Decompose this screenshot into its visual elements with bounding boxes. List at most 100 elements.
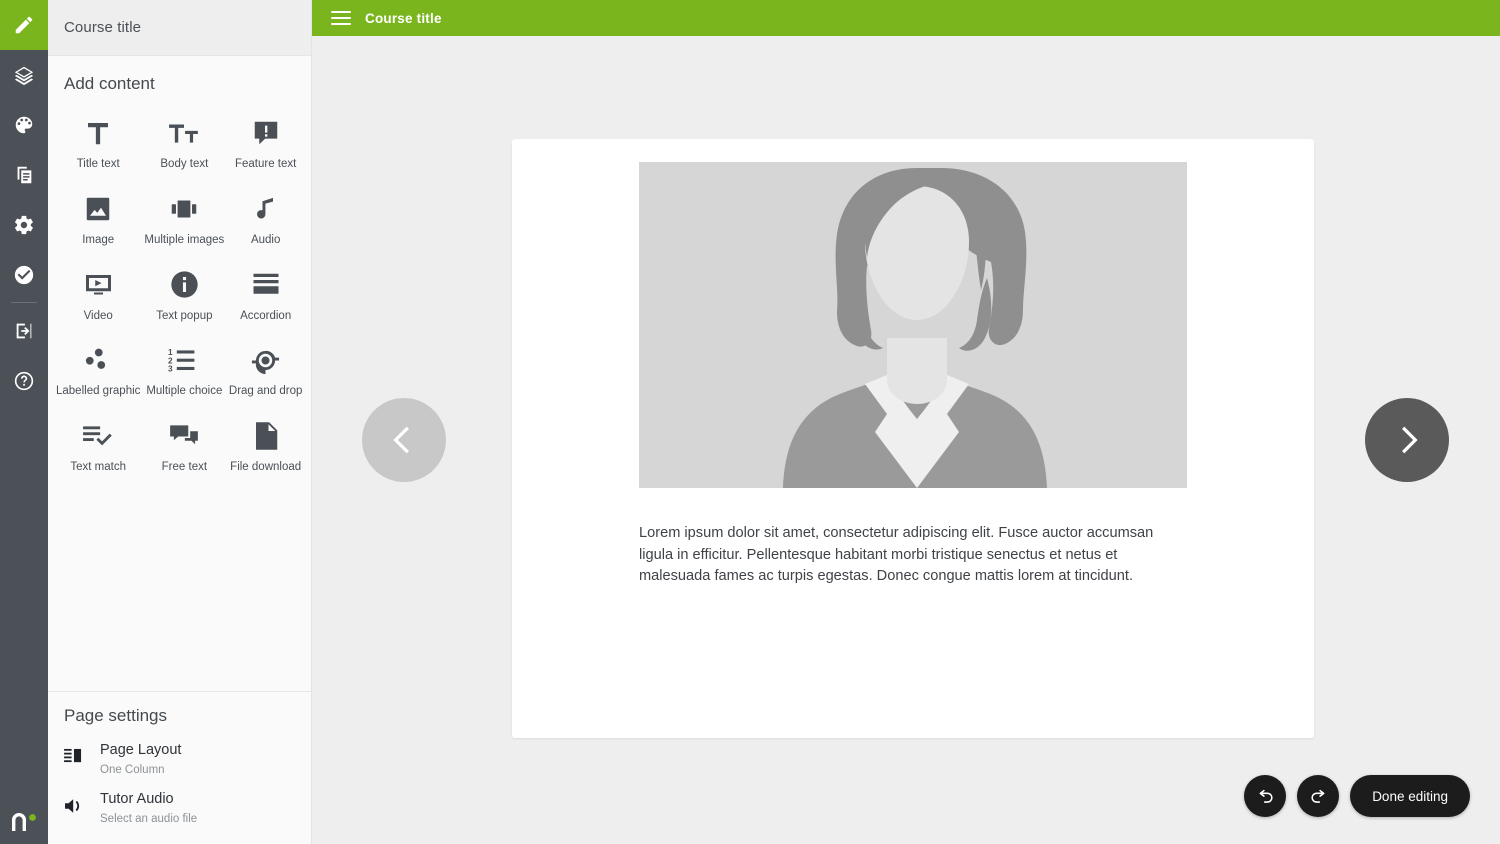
add-content-heading: Add content (64, 74, 155, 93)
setting-label: Tutor Audio (100, 791, 174, 807)
setting-label: Page Layout (100, 742, 182, 758)
content-type-free-text[interactable]: Free text (142, 409, 226, 481)
course-title: Course title (365, 10, 442, 26)
panel-header-title: Course title (64, 19, 142, 36)
slide-image-placeholder[interactable] (639, 162, 1187, 488)
rail-item-settings[interactable] (0, 200, 48, 250)
top-bar: Course title (312, 0, 1500, 36)
content-type-label: Video (83, 309, 113, 322)
content-type-file-download[interactable]: File download (226, 409, 305, 481)
speaker-icon (64, 789, 100, 815)
content-type-label: Text popup (156, 309, 213, 322)
content-type-labelled-graphic[interactable]: Labelled graphic (54, 333, 142, 405)
chevron-right-icon (1402, 426, 1418, 454)
content-type-label: Feature text (234, 158, 297, 170)
export-icon (13, 320, 35, 342)
multiple-images-icon (168, 190, 200, 228)
content-type-multiple-images[interactable]: Multiple images (142, 182, 226, 254)
slide-card[interactable]: Lorem ipsum dolor sit amet, consectetur … (512, 139, 1314, 738)
file-icon (253, 417, 279, 455)
setting-tutor-audio[interactable]: Tutor Audio Select an audio file (48, 785, 311, 834)
content-type-drag-and-drop[interactable]: Drag and drop (226, 333, 305, 405)
undo-button[interactable] (1244, 775, 1287, 817)
content-type-label: Labelled graphic (56, 385, 141, 398)
content-type-grid: Title text Body text Feature text Image … (48, 104, 311, 481)
page-settings-section: Page settings Page Layout One Column Tut… (48, 691, 311, 844)
pages-icon (13, 164, 35, 186)
editor-controls: Done editing (1244, 775, 1470, 817)
gear-icon (13, 214, 35, 236)
page-settings-heading: Page settings (64, 706, 168, 725)
content-type-body-text[interactable]: Body text (142, 106, 226, 178)
video-icon (83, 266, 114, 304)
redo-icon (1311, 789, 1325, 803)
next-page-button[interactable] (1365, 398, 1449, 482)
numbered-list-icon: 1 2 3 (168, 341, 201, 379)
app-root: Course title Add content Title text Body… (0, 0, 1500, 844)
content-type-title-text[interactable]: Title text (54, 106, 142, 178)
text-match-icon (82, 417, 114, 455)
rail-item-review[interactable] (0, 250, 48, 300)
help-circle-icon (13, 370, 35, 392)
hamburger-icon[interactable] (331, 11, 351, 25)
left-icon-rail (0, 0, 48, 844)
content-type-label: Drag and drop (228, 385, 303, 398)
content-type-label: Body text (160, 158, 209, 170)
rail-item-pages[interactable] (0, 150, 48, 200)
setting-page-layout[interactable]: Page Layout One Column (48, 736, 311, 785)
content-panel: Course title Add content Title text Body… (48, 0, 312, 844)
rail-item-publish[interactable] (0, 306, 48, 356)
content-type-label: Image (82, 233, 115, 246)
check-circle-icon (13, 264, 35, 286)
title-text-icon (83, 114, 113, 152)
svg-text:3: 3 (168, 365, 173, 374)
content-type-multiple-choice[interactable]: 1 2 3 Multiple choice (142, 333, 226, 405)
panel-body: Add content Title text Body text Feature… (48, 56, 311, 691)
content-type-video[interactable]: Video (54, 258, 142, 330)
panel-header: Course title (48, 0, 311, 56)
audio-note-icon (252, 190, 280, 228)
content-type-audio[interactable]: Audio (226, 182, 305, 254)
content-type-label: Audio (250, 233, 281, 246)
content-type-label: Title text (76, 158, 120, 170)
content-type-accordion[interactable]: Accordion (226, 258, 305, 330)
person-silhouette-placeholder (639, 162, 1187, 488)
content-type-text-match[interactable]: Text match (54, 409, 142, 481)
done-editing-button[interactable]: Done editing (1350, 775, 1470, 817)
content-type-label: Accordion (240, 309, 292, 322)
rail-item-help[interactable] (0, 356, 48, 406)
target-icon (250, 341, 281, 379)
content-type-label: Free text (161, 461, 208, 474)
chevron-left-icon (393, 426, 409, 454)
content-type-image[interactable]: Image (54, 182, 142, 254)
undo-icon (1259, 789, 1273, 803)
body-text-icon (168, 114, 200, 152)
image-icon (83, 190, 113, 228)
rail-item-theme[interactable] (0, 100, 48, 150)
redo-button[interactable] (1297, 775, 1340, 817)
app-logo[interactable] (0, 798, 48, 844)
layout-columns-icon (64, 740, 100, 765)
content-type-label: Text match (70, 461, 126, 474)
content-type-text-popup[interactable]: Text popup (142, 258, 226, 330)
info-circle-icon (169, 266, 200, 304)
content-type-label: Multiple choice (146, 385, 223, 398)
preview-canvas: Lorem ipsum dolor sit amet, consectetur … (312, 36, 1500, 844)
prev-page-button[interactable] (362, 398, 446, 482)
rail-divider (11, 302, 37, 303)
pencil-icon (13, 14, 35, 36)
rail-item-edit[interactable] (0, 0, 48, 50)
slide-body-text[interactable]: Lorem ipsum dolor sit amet, consectetur … (639, 523, 1179, 588)
palette-icon (13, 114, 35, 136)
content-type-feature-text[interactable]: Feature text (226, 106, 305, 178)
rail-item-layers[interactable] (0, 50, 48, 100)
setting-value: Select an audio file (100, 812, 198, 825)
layers-icon (13, 64, 35, 86)
feature-text-icon (251, 114, 281, 152)
content-type-label: Multiple images (144, 233, 225, 246)
labelled-graphic-icon (83, 341, 113, 379)
setting-value: One Column (100, 763, 165, 776)
content-type-label: File download (230, 461, 302, 474)
speech-bubbles-icon (168, 417, 200, 455)
accordion-icon (251, 266, 281, 304)
